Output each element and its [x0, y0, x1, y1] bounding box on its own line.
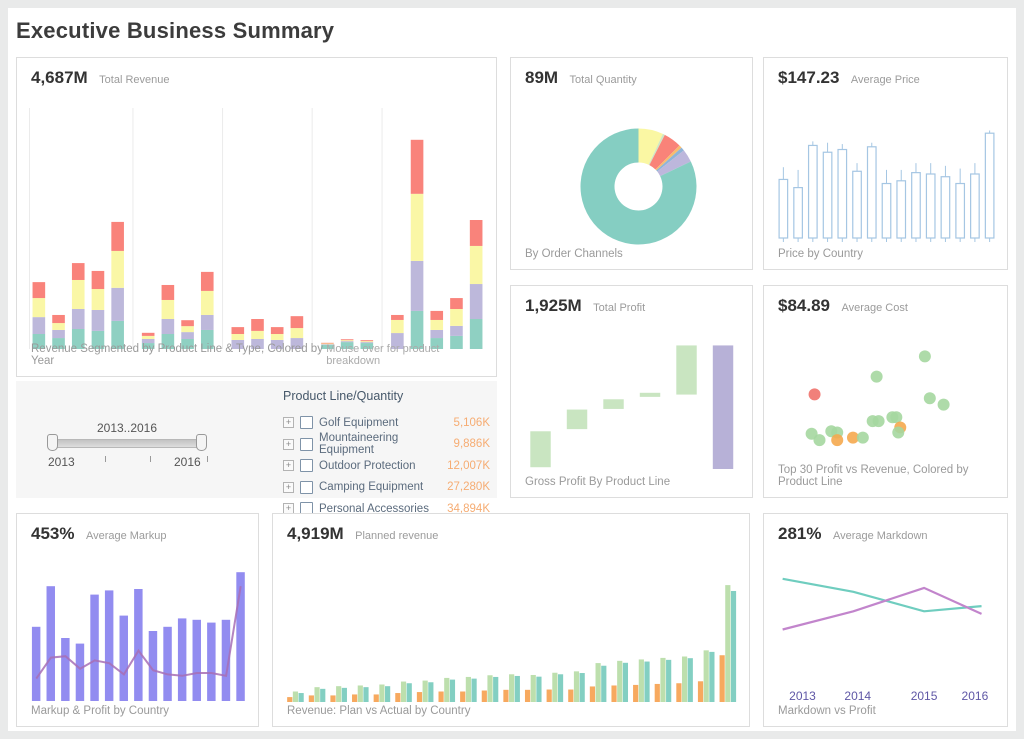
expand-icon[interactable]: + [283, 417, 294, 428]
panel-planned-revenue: 4,919M Planned revenue Revenue: Plan vs … [272, 513, 750, 727]
legend-checkbox[interactable] [300, 438, 313, 451]
legend-label: Golf Equipment [319, 417, 454, 429]
markdown-profit-line-chart[interactable]: 2013 2014 2015 2016 [776, 554, 997, 716]
filter-area: 2013..2016 2013 2016 Product Line/Quanti… [16, 381, 497, 498]
slider-max-label: 2016 [174, 455, 201, 469]
svg-text:2013: 2013 [789, 689, 816, 703]
legend-title: Product Line/Quantity [283, 389, 490, 403]
slider-range-label: 2013..2016 [52, 421, 202, 435]
svg-text:2014: 2014 [844, 689, 871, 703]
kpi-total-profit: 1,925M [525, 296, 582, 315]
order-channels-donut-chart[interactable] [523, 100, 742, 247]
gross-profit-waterfall-chart[interactable] [523, 328, 742, 475]
kpi-average-price: $147.23 [778, 68, 839, 87]
kpi-label-total-revenue: Total Revenue [99, 74, 169, 86]
expand-icon[interactable]: + [283, 460, 294, 471]
kpi-label-average-price: Average Price [851, 74, 920, 86]
legend-value: 9,886K [454, 438, 490, 450]
panel-average-markdown: 281% Average Markdown 2013 2014 2015 2016 M… [763, 513, 1008, 727]
slider-handle-min[interactable] [47, 434, 58, 451]
panel-average-markup: 453% Average Markup Markup & Profit by C… [16, 513, 259, 727]
panel-total-quantity: 89M Total Quantity By Order Channels [510, 57, 753, 270]
kpi-label-planned-revenue: Planned revenue [355, 530, 438, 542]
kpi-label-average-cost: Average Cost [841, 302, 907, 314]
legend-row: + Camping Equipment27,280K [283, 477, 490, 499]
legend-value: 5,106K [454, 417, 490, 429]
kpi-label-total-quantity: Total Quantity [570, 74, 637, 86]
cost-chart-caption: Top 30 Profit vs Revenue, Colored by Pro… [778, 464, 995, 488]
slider-track[interactable] [52, 439, 202, 448]
panel-total-revenue: 4,687M Total Revenue Revenue Segmented b… [16, 57, 497, 377]
revenue-chart-caption: Revenue Segmented by Product Line & Type… [31, 343, 326, 367]
legend-label: Outdoor Protection [319, 460, 447, 472]
revenue-chart-hint: Mouse over for product breakdown [326, 343, 484, 367]
kpi-average-markdown: 281% [778, 524, 821, 543]
markup-chart-caption: Markup & Profit by Country [31, 705, 169, 717]
legend-value: 12,007K [447, 460, 490, 472]
quantity-chart-caption: By Order Channels [525, 248, 623, 260]
svg-text:2016: 2016 [962, 689, 989, 703]
legend-row: + Mountaineering Equipment9,886K [283, 434, 490, 456]
dashboard-canvas: Executive Business Summary 4,687M Total … [8, 8, 1016, 731]
legend-row: + Outdoor Protection12,007K [283, 455, 490, 477]
slider-tick [150, 456, 151, 462]
kpi-total-revenue: 4,687M [31, 68, 88, 87]
legend-value: 27,280K [447, 481, 490, 493]
kpi-total-quantity: 89M [525, 68, 558, 87]
slider-min-label: 2013 [48, 455, 75, 469]
legend-label: Mountaineering Equipment [319, 432, 454, 456]
kpi-planned-revenue: 4,919M [287, 524, 344, 543]
legend-checkbox[interactable] [300, 481, 313, 494]
panel-average-price: $147.23 Average Price Price by Country [763, 57, 1008, 270]
slider-axis: 2013 2016 [52, 455, 202, 469]
slider-handle-max[interactable] [196, 434, 207, 451]
expand-icon[interactable]: + [283, 482, 294, 493]
product-line-legend: Product Line/Quantity + Golf Equipment5,1… [283, 389, 490, 520]
revenue-stacked-bar-chart[interactable] [29, 108, 486, 349]
expand-icon[interactable]: + [283, 439, 294, 450]
kpi-label-average-markdown: Average Markdown [833, 530, 928, 542]
slider-tick [207, 456, 208, 462]
panel-average-cost: $84.89 Average Cost Top 30 Profit vs Rev… [763, 285, 1008, 498]
price-candlestick-chart[interactable] [776, 100, 997, 247]
kpi-label-total-profit: Total Profit [593, 302, 645, 314]
year-range-slider[interactable]: 2013..2016 2013 2016 [52, 421, 202, 469]
profit-chart-caption: Gross Profit By Product Line [525, 476, 670, 488]
legend-checkbox[interactable] [300, 416, 313, 429]
legend-row: + Golf Equipment5,106K [283, 412, 490, 434]
kpi-label-average-markup: Average Markup [86, 530, 167, 542]
slider-tick [105, 456, 106, 462]
plan-vs-actual-grouped-bar-chart[interactable] [285, 556, 739, 706]
kpi-average-markup: 453% [31, 524, 74, 543]
kpi-average-cost: $84.89 [778, 296, 830, 315]
page-title: Executive Business Summary [16, 18, 334, 44]
markup-profit-bar-line-chart[interactable] [29, 554, 248, 709]
svg-text:2015: 2015 [911, 689, 938, 703]
legend-checkbox[interactable] [300, 459, 313, 472]
panel-total-profit: 1,925M Total Profit Gross Profit By Prod… [510, 285, 753, 498]
legend-label: Camping Equipment [319, 481, 447, 493]
planned-chart-caption: Revenue: Plan vs Actual by Country [287, 705, 470, 717]
price-chart-caption: Price by Country [778, 248, 863, 260]
profit-revenue-scatter-chart[interactable] [776, 328, 997, 475]
markdown-chart-caption: Markdown vs Profit [778, 705, 876, 717]
